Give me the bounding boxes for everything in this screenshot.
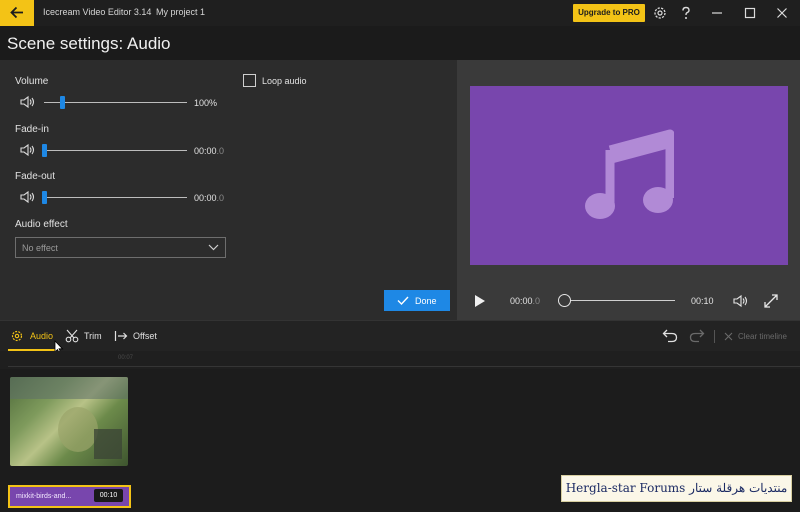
arrow-left-icon [10, 6, 23, 19]
audio-clip-name: mixkit-birds-and... [16, 493, 72, 500]
page-title: Scene settings: Audio [7, 34, 171, 53]
minimize-icon [712, 12, 722, 14]
volume-icon[interactable] [732, 294, 750, 308]
thumbnail-shadow [94, 429, 122, 459]
fullscreen-icon[interactable] [764, 294, 778, 308]
current-time: 00:00.0 [510, 296, 541, 306]
volume-slider-track[interactable] [44, 102, 187, 103]
audio-effect-select[interactable]: No effect [15, 237, 226, 258]
scissors-icon [65, 329, 79, 343]
fade-in-value: 00:00.0 [194, 146, 225, 156]
project-name[interactable]: My project 1 [156, 7, 205, 17]
fade-out-label: Fade-out [15, 171, 56, 182]
done-label: Done [415, 296, 437, 306]
ruler-line [8, 366, 800, 367]
close-icon [777, 8, 787, 18]
offset-icon [114, 331, 128, 341]
minimize-button[interactable] [708, 4, 726, 22]
settings-panel [0, 60, 457, 320]
thumbnail-sky [10, 377, 128, 399]
done-button[interactable]: Done [384, 290, 450, 311]
undo-icon[interactable] [662, 329, 678, 343]
music-note-icon [585, 129, 674, 219]
ruler-time-label: 00:07 [118, 355, 134, 361]
speaker-icon[interactable] [19, 95, 37, 109]
tab-audio[interactable]: Audio [30, 331, 53, 341]
audio-clip-duration: 00:10 [94, 489, 123, 502]
upgrade-button[interactable]: Upgrade to PRO [573, 4, 645, 22]
video-clip-thumbnail[interactable] [10, 377, 128, 466]
tab-offset[interactable]: Offset [133, 331, 157, 341]
audio-effect-value: No effect [22, 243, 58, 253]
forum-watermark: Hergla-star Forums منتديات هرقلة ستار [561, 475, 792, 502]
close-button[interactable] [773, 4, 791, 22]
tab-trim[interactable]: Trim [84, 331, 102, 341]
fade-in-slider-thumb[interactable] [42, 144, 47, 157]
fade-out-value: 00:00.0 [194, 193, 225, 203]
thumbnail-foliage [58, 407, 98, 452]
volume-slider-thumb[interactable] [60, 96, 65, 109]
gear-icon [11, 330, 23, 342]
seek-handle[interactable] [558, 294, 571, 307]
check-icon [397, 296, 409, 305]
duration-time: 00:10 [691, 296, 714, 306]
app-title: Icecream Video Editor 3.14 [43, 7, 152, 17]
loop-audio-checkbox[interactable] [243, 74, 256, 87]
settings-button[interactable] [651, 4, 669, 22]
speaker-icon [20, 190, 35, 204]
toolbar-divider [714, 330, 715, 343]
play-button[interactable] [473, 294, 487, 308]
fade-out-slider-thumb[interactable] [42, 191, 47, 204]
redo-icon[interactable] [689, 329, 705, 343]
volume-value: 100% [194, 98, 218, 108]
question-icon [682, 6, 690, 19]
maximize-icon [744, 7, 756, 19]
maximize-button[interactable] [741, 4, 759, 22]
fade-out-slider-track[interactable] [44, 197, 187, 198]
clear-timeline-button[interactable]: Clear timeline [738, 332, 787, 341]
fade-in-slider-track[interactable] [44, 150, 187, 151]
gear-icon [654, 7, 666, 19]
speaker-icon [20, 143, 35, 157]
help-button[interactable] [677, 4, 695, 22]
clear-icon [724, 332, 733, 341]
back-button[interactable] [0, 0, 34, 26]
volume-label: Volume [15, 76, 49, 87]
seek-bar[interactable] [564, 300, 675, 301]
audio-effect-label: Audio effect [15, 219, 68, 230]
fade-in-label: Fade-in [15, 124, 49, 135]
loop-audio-label: Loop audio [262, 76, 307, 86]
chevron-down-icon [208, 244, 219, 251]
